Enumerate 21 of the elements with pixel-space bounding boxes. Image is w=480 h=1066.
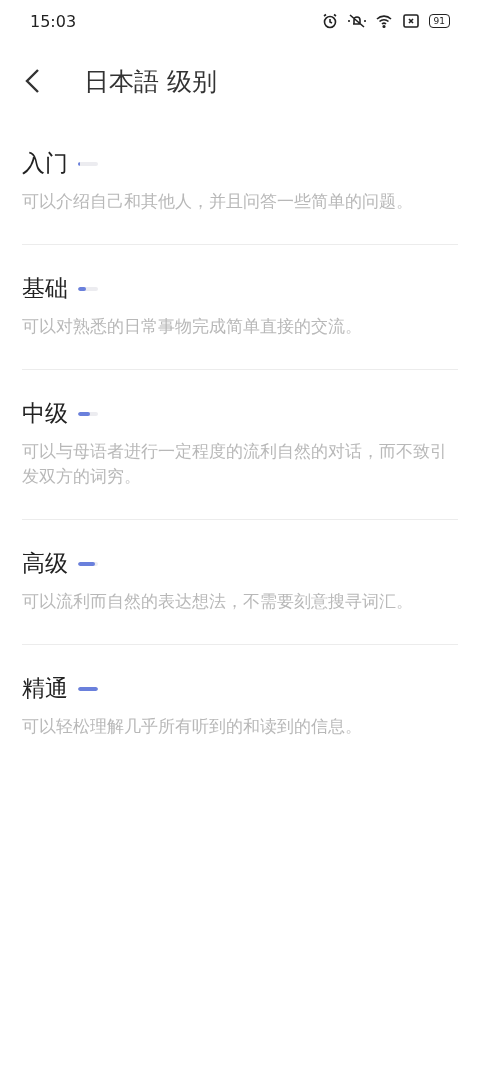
level-description: 可以轻松理解几乎所有听到的和读到的信息。 <box>22 716 363 738</box>
muted-bell-icon <box>347 13 366 29</box>
level-name: 高级 <box>22 549 68 578</box>
level-meter <box>78 286 98 291</box>
wifi-icon <box>374 13 393 29</box>
status-time: 15:03 <box>30 11 77 31</box>
level-meter <box>78 161 98 166</box>
page-title: 日本語 级别 <box>84 65 217 98</box>
level-description: 可以与母语者进行一定程度的流利自然的对话，而不致引发双方的词穷。 <box>22 441 448 488</box>
level-name: 中级 <box>22 399 68 428</box>
battery-indicator: 91 <box>428 14 450 28</box>
level-description: 可以流利而自然的表达想法，不需要刻意搜寻词汇。 <box>22 591 414 613</box>
level-description: 可以介绍自己和其他人，并且问答一些简单的问题。 <box>22 191 414 213</box>
sim-off-icon <box>401 13 420 29</box>
level-name: 精通 <box>22 674 68 703</box>
level-meter <box>78 561 98 566</box>
level-description: 可以对熟悉的日常事物完成简单直接的交流。 <box>22 316 363 338</box>
level-name: 基础 <box>22 274 68 303</box>
level-meter <box>78 686 98 691</box>
level-meter <box>78 411 98 416</box>
level-name: 入门 <box>22 149 68 178</box>
